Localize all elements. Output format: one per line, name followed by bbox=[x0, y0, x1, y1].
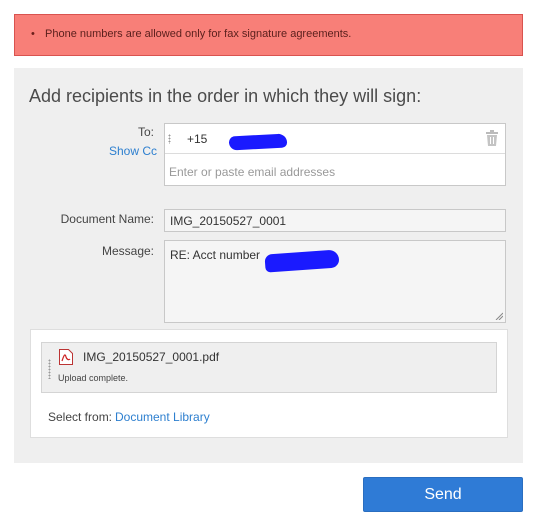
panel-title: Add recipients in the order in which the… bbox=[29, 86, 422, 106]
files-box: IMG_20150527_0001.pdf Upload complete. S… bbox=[30, 329, 508, 438]
recipients-box: +15 bbox=[164, 123, 506, 186]
error-bullet: • bbox=[31, 28, 35, 40]
pdf-file-icon bbox=[59, 349, 73, 365]
message-value: RE: Acct number bbox=[170, 248, 261, 262]
error-banner: • Phone numbers are allowed only for fax… bbox=[14, 14, 523, 56]
message-label: Message: bbox=[101, 244, 154, 258]
resize-handle-icon[interactable] bbox=[495, 312, 503, 320]
drag-handle-icon[interactable] bbox=[48, 359, 51, 379]
message-textarea[interactable]: RE: Acct number bbox=[164, 240, 506, 323]
message-text: RE: Acct number bbox=[170, 248, 340, 273]
error-message: Phone numbers are allowed only for fax s… bbox=[45, 28, 352, 40]
send-button[interactable]: Send bbox=[363, 477, 523, 512]
document-library-link[interactable]: Document Library bbox=[115, 410, 210, 424]
recipient-row[interactable]: +15 bbox=[165, 124, 505, 154]
email-input[interactable] bbox=[169, 162, 499, 182]
upload-status: Upload complete. bbox=[58, 373, 129, 383]
drag-handle-icon[interactable] bbox=[168, 134, 171, 144]
trash-icon[interactable] bbox=[485, 130, 499, 146]
redaction-mark bbox=[228, 133, 288, 151]
redaction-mark bbox=[264, 249, 340, 273]
recipients-panel: Add recipients in the order in which the… bbox=[14, 68, 523, 463]
recipient-value: +15 bbox=[187, 132, 288, 151]
document-name-label: Document Name: bbox=[60, 212, 154, 226]
to-label: To: bbox=[137, 125, 154, 139]
select-from-label: Select from: bbox=[48, 410, 113, 424]
recipient-text: +15 bbox=[187, 132, 208, 146]
document-name-input[interactable] bbox=[164, 209, 506, 232]
file-item[interactable]: IMG_20150527_0001.pdf Upload complete. bbox=[41, 342, 497, 393]
show-cc-link[interactable]: Show Cc bbox=[109, 144, 157, 158]
file-name: IMG_20150527_0001.pdf bbox=[83, 350, 220, 364]
